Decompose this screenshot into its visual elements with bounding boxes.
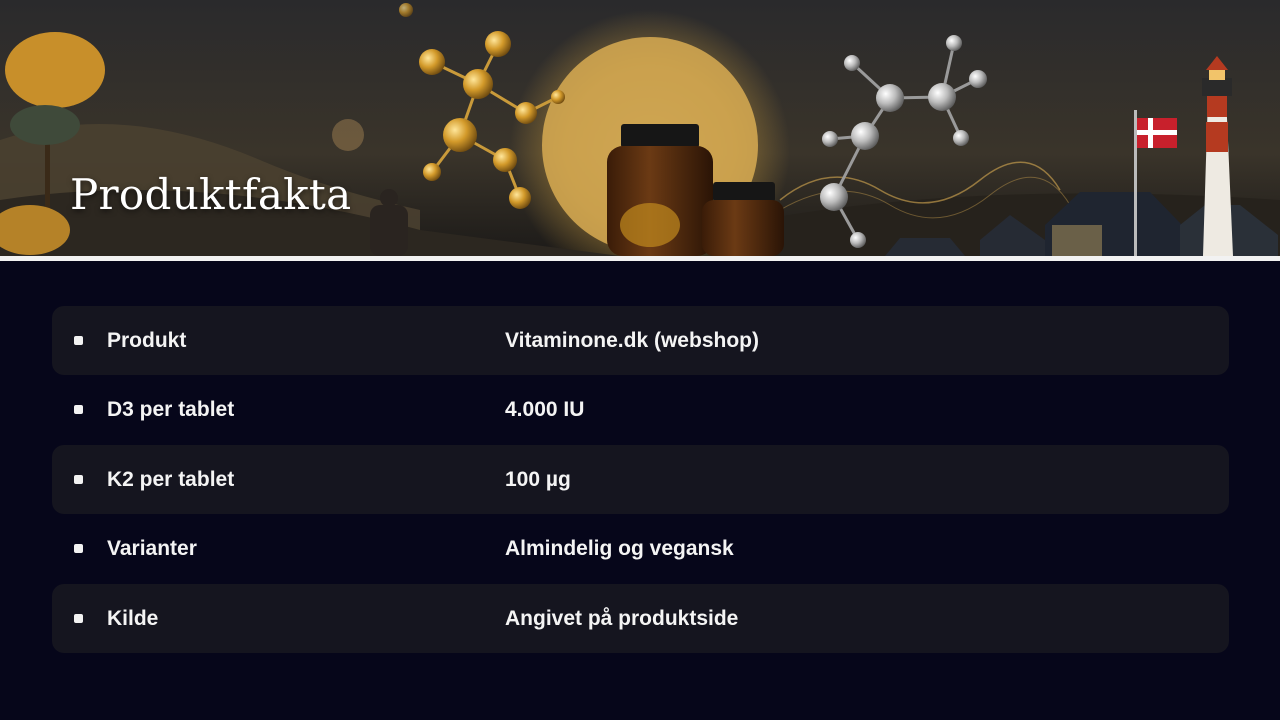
row-value: Almindelig og vegansk (505, 537, 734, 561)
bullet-icon (74, 405, 83, 415)
row-label: K2 per tablet (107, 467, 235, 491)
page-title: Produktfakta (70, 170, 352, 219)
row-label: Kilde (107, 606, 159, 630)
row-value: Vitaminone.dk (webshop) (505, 328, 759, 352)
bullet-icon (74, 474, 83, 484)
header-banner: Produktfakta (0, 0, 1280, 256)
table-row: D3 per tablet 4.000 IU (52, 376, 1229, 445)
row-label: Varianter (107, 537, 197, 561)
bullet-icon (74, 544, 83, 554)
banner-divider (0, 256, 1280, 261)
table-row: Kilde Angivet på produktside (52, 584, 1229, 654)
table-row: Produkt Vitaminone.dk (webshop) (52, 306, 1229, 375)
table-row: K2 per tablet 100 µg (52, 445, 1229, 515)
row-label: D3 per tablet (107, 398, 235, 422)
row-value: Angivet på produktside (505, 606, 739, 630)
row-value: 4.000 IU (505, 398, 585, 422)
row-value: 100 µg (505, 467, 571, 491)
table-row: Varianter Almindelig og vegansk (52, 515, 1229, 584)
bullet-icon (74, 335, 83, 345)
row-label: Produkt (107, 328, 187, 352)
bullet-icon (74, 613, 83, 623)
product-facts-table: Produkt Vitaminone.dk (webshop) D3 per t… (52, 306, 1229, 654)
